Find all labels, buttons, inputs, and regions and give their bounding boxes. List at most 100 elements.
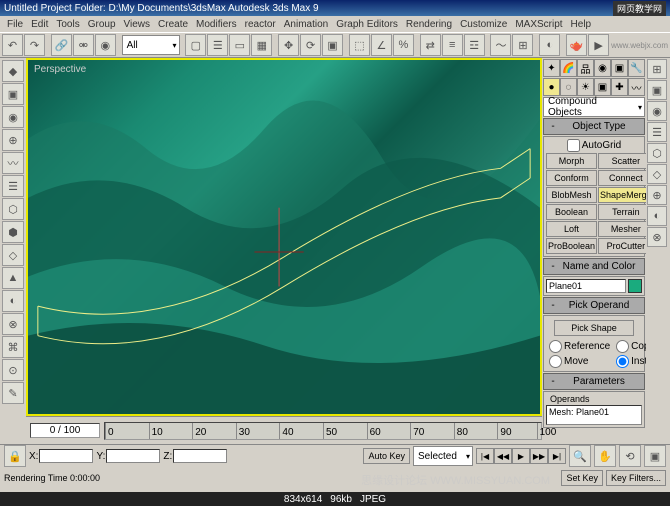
- schematic-icon[interactable]: ⊞: [512, 34, 533, 56]
- keyfilters-button[interactable]: Key Filters...: [606, 470, 666, 486]
- obj-type-procutter[interactable]: ProCutter: [598, 238, 646, 254]
- obj-type-morph[interactable]: Morph: [546, 153, 597, 169]
- parameters-rollout[interactable]: -Parameters: [543, 373, 645, 390]
- obj-type-blobmesh[interactable]: BlobMesh: [546, 187, 597, 203]
- obj-type-mesher[interactable]: Mesher: [598, 221, 646, 237]
- move-icon[interactable]: ✥: [278, 34, 299, 56]
- tab-hierarchy-icon[interactable]: 品: [577, 59, 594, 77]
- goto-start-icon[interactable]: |◀: [476, 448, 494, 464]
- window-crossing-icon[interactable]: ▦: [251, 34, 272, 56]
- render-scene-icon[interactable]: 🫖: [566, 34, 587, 56]
- next-frame-icon[interactable]: ▶▶: [530, 448, 548, 464]
- menu-customize[interactable]: Customize: [457, 18, 510, 31]
- select-name-icon[interactable]: ☰: [207, 34, 228, 56]
- selection-filter-dropdown[interactable]: All: [122, 35, 180, 55]
- play-icon[interactable]: ▶: [512, 448, 530, 464]
- prev-frame-icon[interactable]: ◀◀: [494, 448, 512, 464]
- rtool-icon[interactable]: ⬡: [647, 143, 667, 163]
- tool-icon[interactable]: ◇: [2, 244, 24, 266]
- tool-icon[interactable]: ☰: [2, 175, 24, 197]
- object-type-rollout[interactable]: -Object Type: [543, 118, 645, 135]
- rtool-icon[interactable]: ⊕: [647, 185, 667, 205]
- menu-edit[interactable]: Edit: [28, 18, 51, 31]
- menu-rendering[interactable]: Rendering: [403, 18, 455, 31]
- tab-motion-icon[interactable]: ◉: [594, 59, 611, 77]
- menu-reactor[interactable]: reactor: [242, 18, 279, 31]
- tool-icon[interactable]: 〰: [2, 152, 24, 174]
- select-icon[interactable]: ▢: [185, 34, 206, 56]
- time-slider[interactable]: 0 10 20 30 40 50 60 70 80 90 100: [104, 422, 542, 440]
- x-input[interactable]: [39, 449, 93, 463]
- autogrid-checkbox[interactable]: [567, 139, 580, 152]
- link-icon[interactable]: 🔗: [51, 34, 72, 56]
- menu-file[interactable]: File: [4, 18, 26, 31]
- render-icon[interactable]: ▶: [588, 34, 609, 56]
- instance-radio[interactable]: [616, 355, 629, 368]
- menu-views[interactable]: Views: [121, 18, 154, 31]
- reactor-icon[interactable]: ◆: [2, 60, 24, 82]
- rtool-icon[interactable]: ▣: [647, 80, 667, 100]
- obj-type-loft[interactable]: Loft: [546, 221, 597, 237]
- tool-icon[interactable]: ⊙: [2, 359, 24, 381]
- angle-snap-icon[interactable]: ∠: [371, 34, 392, 56]
- bind-icon[interactable]: ◉: [95, 34, 116, 56]
- operands-list[interactable]: Mesh: Plane01: [546, 405, 642, 425]
- setkey-button[interactable]: Set Key: [561, 470, 603, 486]
- geom-tab-icon[interactable]: ●: [543, 78, 560, 96]
- name-color-rollout[interactable]: -Name and Color: [543, 258, 645, 275]
- curve-editor-icon[interactable]: 〜: [490, 34, 511, 56]
- keymode-dropdown[interactable]: Selected: [413, 446, 473, 466]
- light-tab-icon[interactable]: ☀: [577, 78, 594, 96]
- tool-icon[interactable]: ✎: [2, 382, 24, 404]
- tool-icon[interactable]: ⌘: [2, 336, 24, 358]
- tab-modify-icon[interactable]: 🌈: [560, 59, 577, 77]
- tool-icon[interactable]: ◉: [2, 106, 24, 128]
- obj-type-shapemerge[interactable]: ShapeMerge: [598, 187, 646, 203]
- tab-create-icon[interactable]: ✦: [543, 59, 560, 77]
- obj-type-scatter[interactable]: Scatter: [598, 153, 646, 169]
- rtool-icon[interactable]: ◇: [647, 164, 667, 184]
- object-name-input[interactable]: Plane01: [546, 279, 626, 293]
- redo-icon[interactable]: ↷: [24, 34, 45, 56]
- y-input[interactable]: [106, 449, 160, 463]
- tool-icon[interactable]: ◐: [2, 290, 24, 312]
- layers-icon[interactable]: ☲: [464, 34, 485, 56]
- menu-help[interactable]: Help: [568, 18, 595, 31]
- menu-group[interactable]: Group: [85, 18, 119, 31]
- mirror-icon[interactable]: ⇄: [420, 34, 441, 56]
- shape-tab-icon[interactable]: ◌: [560, 78, 577, 96]
- obj-type-boolean[interactable]: Boolean: [546, 204, 597, 220]
- rtool-icon[interactable]: ☰: [647, 122, 667, 142]
- move-radio[interactable]: [549, 355, 562, 368]
- snap-icon[interactable]: ⬚: [349, 34, 370, 56]
- tool-icon[interactable]: ⬡: [2, 198, 24, 220]
- menu-maxscript[interactable]: MAXScript: [512, 18, 565, 31]
- tool-icon[interactable]: ⊕: [2, 129, 24, 151]
- copy-radio[interactable]: [616, 340, 629, 353]
- rtool-icon[interactable]: ◐: [647, 206, 667, 226]
- tab-util-icon[interactable]: 🔧: [628, 59, 645, 77]
- tool-icon[interactable]: ⬢: [2, 221, 24, 243]
- color-swatch[interactable]: [628, 279, 642, 293]
- obj-type-conform[interactable]: Conform: [546, 170, 597, 186]
- align-icon[interactable]: ≡: [442, 34, 463, 56]
- menu-create[interactable]: Create: [155, 18, 191, 31]
- menu-animation[interactable]: Animation: [281, 18, 331, 31]
- category-dropdown[interactable]: Compound Objects: [543, 97, 645, 117]
- tool-icon[interactable]: ▣: [2, 83, 24, 105]
- maxview-icon[interactable]: ▣: [644, 445, 666, 467]
- rtool-icon[interactable]: ⊗: [647, 227, 667, 247]
- zoom-icon[interactable]: 🔍: [569, 445, 591, 467]
- lock-icon[interactable]: 🔒: [4, 445, 26, 467]
- pan-icon[interactable]: ✋: [594, 445, 616, 467]
- tab-display-icon[interactable]: ▣: [611, 59, 628, 77]
- rtool-icon[interactable]: ◉: [647, 101, 667, 121]
- perspective-viewport[interactable]: Perspective: [26, 58, 542, 416]
- rotate-icon[interactable]: ⟳: [300, 34, 321, 56]
- scale-icon[interactable]: ▣: [322, 34, 343, 56]
- material-icon[interactable]: ◐: [539, 34, 560, 56]
- helper-tab-icon[interactable]: ✚: [611, 78, 628, 96]
- cam-tab-icon[interactable]: ▣: [594, 78, 611, 96]
- menu-graph[interactable]: Graph Editors: [333, 18, 401, 31]
- space-tab-icon[interactable]: 〰: [628, 78, 645, 96]
